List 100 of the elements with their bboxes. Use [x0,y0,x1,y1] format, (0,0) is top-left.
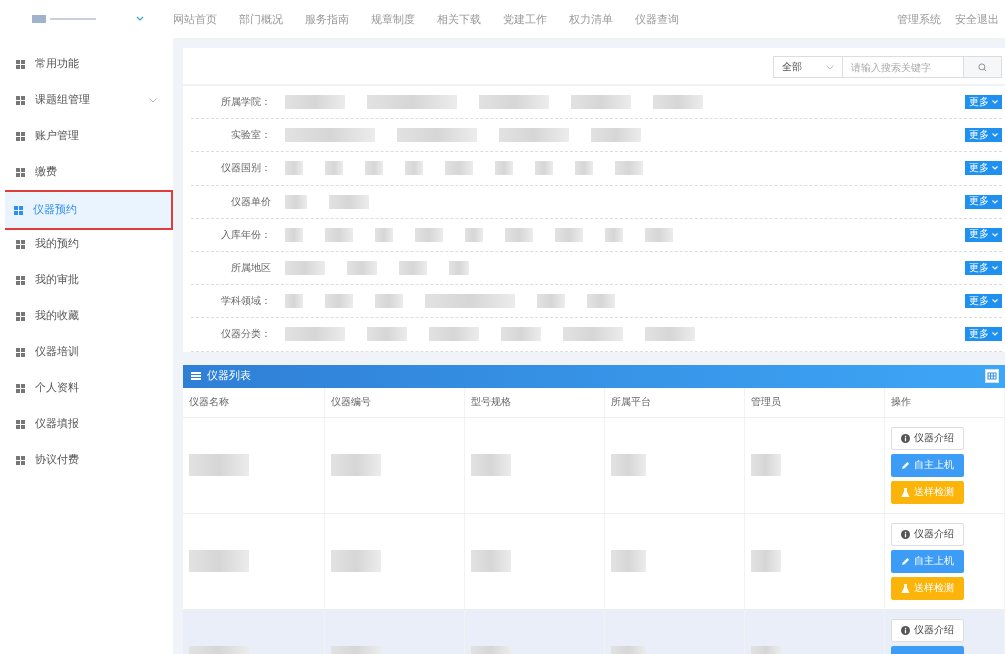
flask-icon [901,487,910,497]
action-button[interactable]: 自主上机 [891,453,964,477]
chevron-down-icon [992,133,998,138]
nav-link[interactable]: 部门概况 [239,11,283,27]
blurred-option [479,95,549,110]
blurred-option [329,194,369,209]
blurred-option [571,95,631,110]
blurred-value [471,454,511,476]
grid-icon [16,455,25,465]
blurred-option [615,161,643,176]
collapse-icon[interactable] [136,16,144,22]
more-button[interactable]: 更多 [965,227,1002,242]
table-view-icon[interactable] [985,369,999,383]
sidebar-item[interactable]: 仪器填报 [0,406,173,442]
blurred-option [367,327,407,342]
grid-icon [16,383,25,393]
blurred-option [537,294,565,309]
header-link[interactable]: 安全退出 [955,11,999,27]
blurred-option [495,161,513,176]
blurred-option [285,327,345,342]
blurred-option [449,261,469,276]
search-field[interactable]: 请输入搜索关键字 [843,56,964,78]
blurred-option [285,161,303,176]
grid-icon [14,205,23,215]
sidebar-label: 仪器预约 [33,203,78,217]
blurred-option [325,227,353,242]
chevron-down-icon [992,299,998,304]
flask-icon [901,583,910,593]
search-button[interactable] [964,56,1002,78]
sidebar-item[interactable]: 我的收藏 [0,298,173,334]
blurred-option [415,227,443,242]
grid-icon [16,419,25,429]
blurred-option [645,327,695,342]
more-button[interactable]: 更多 [965,128,1002,143]
blurred-option [499,128,569,143]
action-button[interactable]: 仪器介绍 [891,618,964,642]
scope-select[interactable]: 全部 [773,56,843,78]
sidebar-item[interactable]: 课题组管理 [0,82,173,118]
nav-link[interactable]: 服务指南 [305,11,349,27]
sidebar-label: 我的预约 [35,237,80,251]
sidebar-item[interactable]: 仪器预约 [5,190,173,230]
sidebar-item[interactable]: 仪器培训 [0,334,173,370]
blurred-option [325,161,343,176]
more-button[interactable]: 更多 [965,161,1002,176]
action-button[interactable]: 自主上机 [891,549,964,573]
blurred-value [611,550,646,572]
more-button[interactable]: 更多 [965,327,1002,342]
more-button[interactable]: 更多 [965,261,1002,276]
blurred-option [325,294,353,309]
sidebar-item[interactable]: 缴费 [0,154,173,190]
blurred-option [429,327,479,342]
sidebar-item[interactable]: 我的审批 [0,262,173,298]
blurred-option [535,161,553,176]
chevron-down-icon [826,64,834,70]
more-button[interactable]: 更多 [965,95,1002,110]
action-button[interactable]: 送样检测 [891,480,964,504]
blurred-option [575,161,593,176]
blurred-option [347,261,377,276]
nav-link[interactable]: 规章制度 [371,11,415,27]
header-link[interactable]: 管理系统 [897,11,941,27]
blurred-option [591,128,641,143]
chevron-down-icon [992,100,998,105]
action-button[interactable]: 仪器介绍 [891,522,964,546]
blurred-option [587,294,615,309]
sidebar-label: 仪器培训 [35,345,80,359]
sidebar-label: 我的审批 [35,273,80,287]
nav-link[interactable]: 党建工作 [503,11,547,27]
chevron-down-icon [992,199,998,204]
blurred-option [375,227,393,242]
sidebar-label: 仪器填报 [35,417,80,431]
sidebar-label: 账户管理 [35,129,80,143]
column-header: 所属平台 [605,387,745,418]
filter-label: 所属地区 [230,261,271,276]
sidebar-item[interactable]: 协议付费 [0,442,173,478]
blurred-option [365,161,383,176]
nav-link[interactable]: 仪器查询 [635,11,679,27]
filter-label: 仪器单价 [230,194,271,209]
nav-link[interactable]: 网站首页 [173,11,217,27]
sidebar-label: 我的收藏 [35,309,80,323]
blurred-value [189,454,249,476]
sidebar-item[interactable]: 个人资料 [0,370,173,406]
action-button[interactable]: 送样检测 [891,576,964,600]
nav-link[interactable]: 权力清单 [569,11,613,27]
sidebar-item[interactable]: 账户管理 [0,118,173,154]
filter-label: 仪器分类： [220,327,271,342]
filter-label: 仪器国别： [220,161,271,176]
more-button[interactable]: 更多 [965,194,1002,209]
blurred-option [505,227,533,242]
more-button[interactable]: 更多 [965,294,1002,309]
sidebar-label: 缴费 [35,165,58,179]
column-header: 管理员 [745,387,885,418]
sidebar-item[interactable]: 常用功能 [0,46,173,82]
blurred-value [751,550,781,572]
grid-icon [16,239,25,249]
action-button[interactable]: 仪器介绍 [891,426,964,450]
blurred-value [471,550,511,572]
sidebar-label: 课题组管理 [35,93,91,107]
blurred-value [751,454,781,476]
pencil-icon [901,556,910,566]
nav-link[interactable]: 相关下载 [437,11,481,27]
